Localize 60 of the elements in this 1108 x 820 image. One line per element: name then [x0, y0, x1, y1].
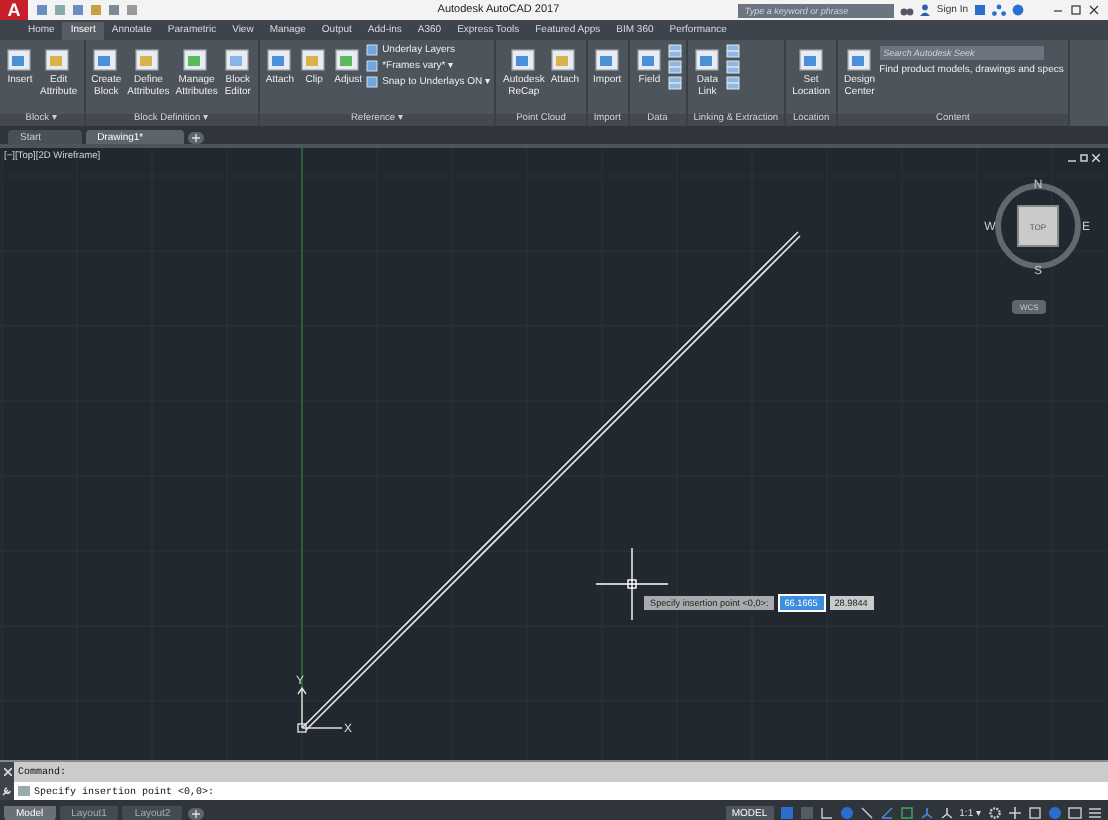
toolbar-square-icon	[36, 4, 48, 16]
close-icon	[3, 767, 11, 775]
toolbar-square-icon	[72, 4, 84, 16]
ribbon-icon-button[interactable]	[667, 60, 682, 74]
circle-icon	[1048, 806, 1062, 820]
axes-icon	[919, 806, 934, 820]
document-icon	[593, 46, 622, 74]
document-icon	[265, 46, 294, 74]
ribbon-icon-button[interactable]	[725, 60, 740, 74]
minimize-icon	[1052, 4, 1064, 16]
toolbar-square-icon	[126, 4, 138, 16]
compass-ring[interactable]	[995, 183, 1081, 269]
ribbon-icon-button[interactable]	[667, 76, 682, 90]
document-icon	[693, 46, 722, 74]
plus-icon	[192, 809, 201, 817]
plus-icon	[1008, 806, 1022, 820]
document-icon	[6, 46, 34, 74]
toolbar-square-icon	[54, 4, 66, 16]
document-icon	[44, 46, 73, 74]
document-icon	[509, 46, 538, 74]
ribbon-icon-button[interactable]	[725, 44, 740, 58]
document-icon	[134, 46, 163, 74]
document-icon	[334, 46, 363, 74]
toolbar-square-icon	[90, 4, 102, 16]
document-icon	[797, 46, 826, 74]
ribbon-icon-button[interactable]	[725, 76, 740, 90]
quick-access-icon[interactable]	[72, 4, 84, 16]
minimize-icon	[1068, 154, 1076, 162]
new-tab-button[interactable]	[187, 132, 204, 144]
app-logo[interactable]: A	[0, 0, 28, 20]
document-icon	[635, 46, 664, 74]
square-icon	[899, 806, 914, 820]
document-icon	[182, 46, 211, 74]
user-icon	[920, 4, 931, 16]
wrench-icon	[2, 785, 12, 795]
maximize-icon	[1070, 4, 1082, 16]
close-icon	[1088, 4, 1100, 16]
document-icon	[845, 46, 874, 74]
quick-access-icon[interactable]	[36, 4, 48, 16]
screen-icon	[1068, 806, 1082, 820]
menu-icon	[1088, 806, 1102, 820]
quick-access-icon[interactable]	[126, 4, 138, 16]
document-icon	[92, 46, 121, 74]
gear-icon	[988, 806, 1002, 820]
network-icon	[992, 4, 1006, 16]
close-icon	[1092, 154, 1100, 162]
ucs-axes-icon	[297, 686, 343, 733]
plus-icon	[191, 134, 200, 142]
quick-access-icon[interactable]	[108, 4, 120, 16]
new-layout-button[interactable]	[188, 807, 205, 819]
binoculars-icon	[900, 4, 915, 16]
angle-icon	[879, 806, 894, 820]
restore-icon	[1080, 154, 1088, 162]
document-icon	[550, 46, 579, 74]
ribbon-icon-button[interactable]	[667, 44, 682, 58]
axes-icon	[939, 806, 954, 820]
diagonal-line-icon	[859, 806, 874, 820]
document-icon	[300, 46, 329, 74]
toolbar-square-icon	[108, 4, 120, 16]
document-icon	[223, 46, 252, 74]
